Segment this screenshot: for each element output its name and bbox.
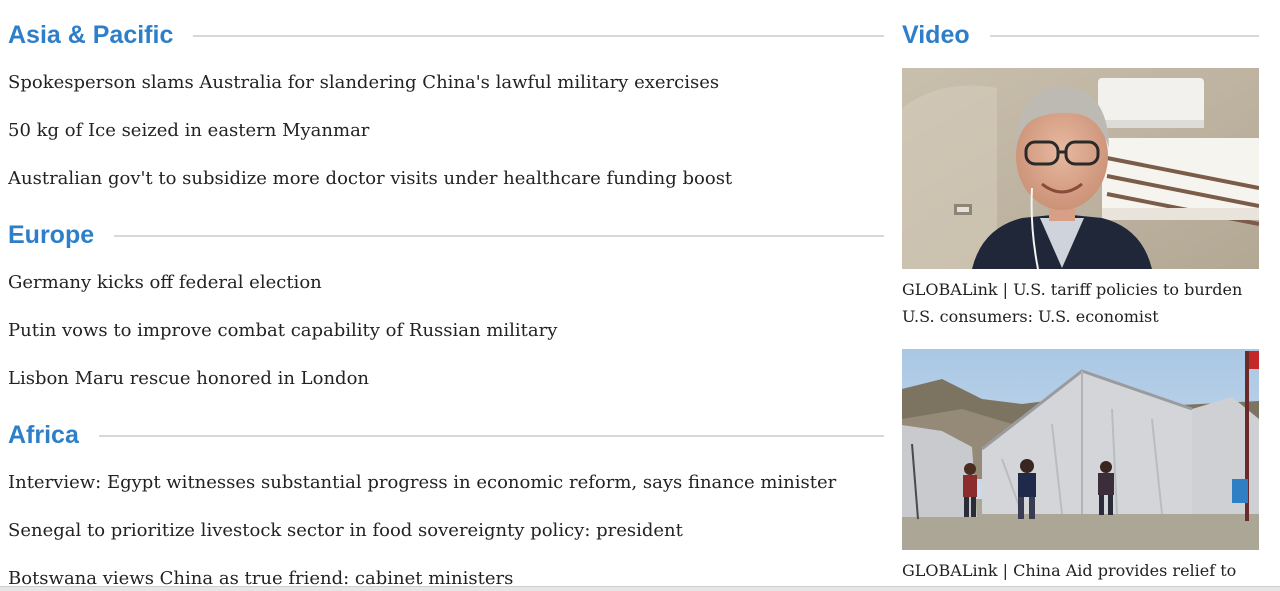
section-divider [98, 435, 884, 437]
section-header-africa: Africa [8, 417, 884, 453]
section-divider [114, 235, 884, 237]
news-sections-column: Asia & Pacific Spokesperson slams Austra… [8, 0, 884, 591]
section-title-europe[interactable]: Europe [8, 217, 94, 253]
section-header-video: Video [902, 17, 1259, 53]
headline-link[interactable]: Spokesperson slams Australia for slander… [8, 71, 719, 95]
video-caption-link[interactable]: GLOBALink | China Aid provides relief to [902, 557, 1252, 584]
video-column: Video GLOBALink | U.S. tariff policies t… [902, 0, 1259, 591]
section-divider [193, 35, 884, 37]
headline-link[interactable]: 50 kg of Ice seized in eastern Myanmar [8, 119, 369, 143]
section-title-asia-pacific[interactable]: Asia & Pacific [8, 17, 173, 53]
video-thumbnail-economist-interview[interactable] [902, 68, 1259, 269]
headline-link[interactable]: Senegal to prioritize livestock sector i… [8, 519, 683, 543]
section-title-video[interactable]: Video [902, 17, 970, 53]
headline-link[interactable]: Germany kicks off federal election [8, 271, 322, 295]
headline-link[interactable]: Putin vows to improve combat capability … [8, 319, 557, 343]
viewport-bottom-edge [0, 586, 1280, 591]
headline-link[interactable]: Australian gov't to subsidize more docto… [8, 167, 732, 191]
section-divider [989, 35, 1259, 37]
section-header-europe: Europe [8, 217, 884, 253]
video-caption-link[interactable]: GLOBALink | U.S. tariff policies to burd… [902, 276, 1252, 330]
headline-link[interactable]: Interview: Egypt witnesses substantial p… [8, 471, 836, 495]
video-thumbnail-china-aid-tents[interactable] [902, 349, 1259, 550]
section-header-asia-pacific: Asia & Pacific [8, 17, 884, 53]
headline-link[interactable]: Lisbon Maru rescue honored in London [8, 367, 369, 391]
section-title-africa[interactable]: Africa [8, 417, 79, 453]
